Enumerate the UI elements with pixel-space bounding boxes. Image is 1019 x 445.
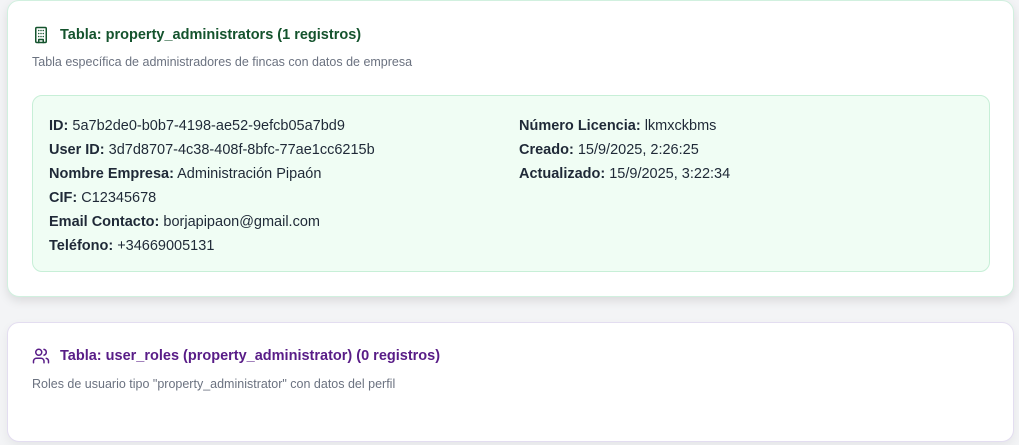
field-nombre-empresa: Nombre Empresa: Administración Pipaón [49,162,375,186]
field-actualizado: Actualizado: 15/9/2025, 3:22:34 [519,162,730,186]
property-administrators-card: Tabla: property_administrators (1 regist… [7,0,1014,297]
card-description: Roles de usuario tipo "property_administ… [32,377,396,391]
field-label: Creado: [519,142,574,158]
building-icon [32,26,50,44]
field-value: lkmxckbms [644,118,717,134]
field-value: Administración Pipaón [177,166,322,182]
card-title-text: Tabla: property_administrators (1 regist… [60,27,362,43]
card-title: Tabla: user_roles (property_administrato… [32,347,440,365]
field-label: Número Licencia: [519,118,641,134]
field-label: CIF: [49,190,78,206]
field-label: Email Contacto: [49,214,160,230]
user-roles-card: Tabla: user_roles (property_administrato… [7,322,1014,442]
field-value: 15/9/2025, 3:22:34 [609,166,731,182]
card-title-text: Tabla: user_roles (property_administrato… [60,348,441,364]
field-user-id: User ID: 3d7d8707-4c38-408f-8bfc-77ae1cc… [49,138,375,162]
field-cif: CIF: C12345678 [49,186,375,210]
field-id: ID: 5a7b2de0-b0b7-4198-ae52-9efcb05a7bd9 [49,114,375,138]
card-title: Tabla: property_administrators (1 regist… [32,26,361,44]
field-value: C12345678 [81,190,157,206]
record-panel: ID: 5a7b2de0-b0b7-4198-ae52-9efcb05a7bd9… [32,95,990,272]
field-email-contacto: Email Contacto: borjapipaon@gmail.com [49,210,375,234]
users-icon [32,347,50,365]
field-value: +34669005131 [117,238,215,254]
field-value: borjapipaon@gmail.com [163,214,320,230]
card-description: Tabla específica de administradores de f… [32,55,413,69]
field-value: 3d7d8707-4c38-408f-8bfc-77ae1cc6215b [108,142,375,158]
field-label: Actualizado: [519,166,606,182]
field-numero-licencia: Número Licencia: lkmxckbms [519,114,730,138]
field-label: ID: [49,118,69,134]
field-creado: Creado: 15/9/2025, 2:26:25 [519,138,730,162]
field-label: Nombre Empresa: [49,166,174,182]
field-value: 15/9/2025, 2:26:25 [577,142,699,158]
field-value: 5a7b2de0-b0b7-4198-ae52-9efcb05a7bd9 [72,118,345,134]
record-column-left: ID: 5a7b2de0-b0b7-4198-ae52-9efcb05a7bd9… [49,114,375,258]
record-column-right: Número Licencia: lkmxckbms Creado: 15/9/… [519,114,730,186]
field-telefono: Teléfono: +34669005131 [49,234,375,258]
field-label: User ID: [49,142,105,158]
field-label: Teléfono: [49,238,114,254]
